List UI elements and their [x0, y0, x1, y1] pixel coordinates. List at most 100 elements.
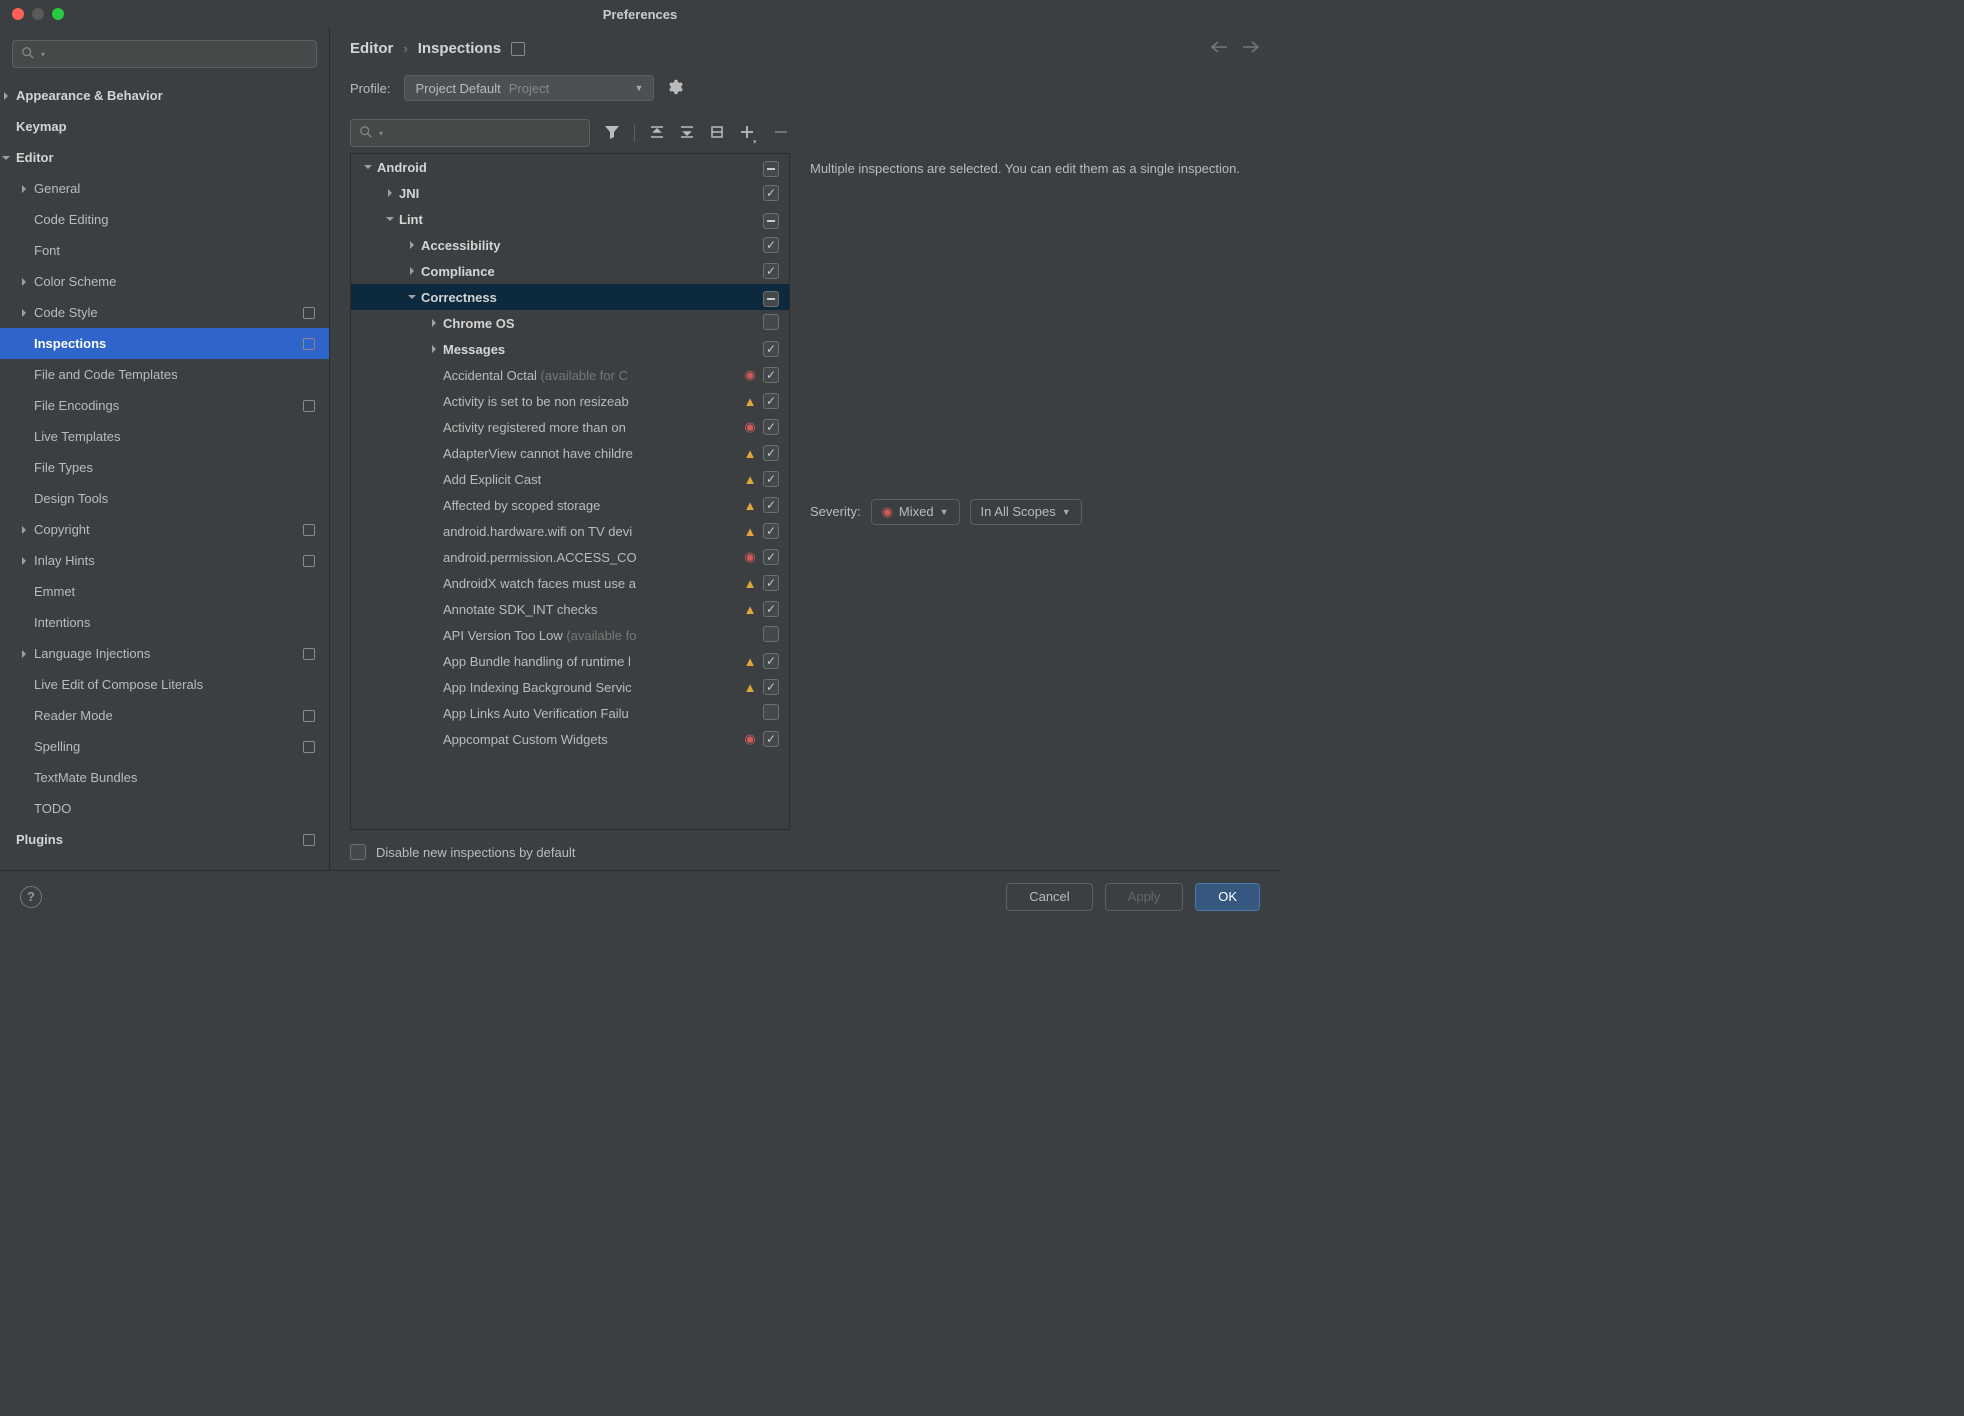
settings-tree[interactable]: Appearance & BehaviorKeymapEditorGeneral…: [0, 80, 329, 870]
sidebar-item[interactable]: Design Tools: [0, 483, 329, 514]
inspection-row[interactable]: Messages: [351, 336, 789, 362]
inspection-row[interactable]: Add Explicit Cast▲: [351, 466, 789, 492]
severity-select[interactable]: ◉ Mixed ▼: [871, 499, 960, 525]
inspection-checkbox[interactable]: [763, 601, 779, 617]
scope-select[interactable]: In All Scopes ▼: [970, 499, 1082, 525]
apply-button[interactable]: Apply: [1105, 883, 1184, 911]
inspection-checkbox[interactable]: [763, 237, 779, 253]
inspection-row[interactable]: android.hardware.wifi on TV devi▲: [351, 518, 789, 544]
inspection-row[interactable]: AndroidX watch faces must use a▲: [351, 570, 789, 596]
inspection-row[interactable]: App Links Auto Verification Failu: [351, 700, 789, 726]
profile-gear-button[interactable]: [668, 79, 684, 98]
remove-button[interactable]: [773, 124, 789, 143]
sidebar-item[interactable]: Spelling: [0, 731, 329, 762]
sidebar-item[interactable]: Inlay Hints: [0, 545, 329, 576]
sidebar-item[interactable]: Color Scheme: [0, 266, 329, 297]
sidebar-item[interactable]: Inspections: [0, 328, 329, 359]
inspection-checkbox[interactable]: [763, 575, 779, 591]
sidebar-item[interactable]: Live Templates: [0, 421, 329, 452]
inspection-row[interactable]: Android: [351, 154, 789, 180]
inspections-search-input[interactable]: ▾: [350, 119, 590, 147]
inspection-row[interactable]: API Version Too Low (available fo: [351, 622, 789, 648]
inspection-row[interactable]: Activity is set to be non resizeab▲: [351, 388, 789, 414]
inspection-checkbox[interactable]: [763, 419, 779, 435]
sidebar-item[interactable]: Reader Mode: [0, 700, 329, 731]
inspection-row[interactable]: App Bundle handling of runtime l▲: [351, 648, 789, 674]
collapse-all-button[interactable]: [679, 124, 695, 143]
inspections-tree[interactable]: AndroidJNILintAccessibilityComplianceCor…: [350, 153, 790, 830]
severity-label: Severity:: [810, 504, 861, 519]
inspection-checkbox[interactable]: [763, 523, 779, 539]
inspection-row[interactable]: Compliance: [351, 258, 789, 284]
search-dropdown-icon[interactable]: ▾: [379, 129, 383, 138]
sidebar-item[interactable]: File Types: [0, 452, 329, 483]
sidebar-item[interactable]: Copyright: [0, 514, 329, 545]
inspection-row[interactable]: AdapterView cannot have childre▲: [351, 440, 789, 466]
inspection-row[interactable]: Appcompat Custom Widgets◉: [351, 726, 789, 752]
inspection-checkbox[interactable]: [763, 445, 779, 461]
inspection-row[interactable]: Activity registered more than on◉: [351, 414, 789, 440]
breadcrumb-root[interactable]: Editor: [350, 40, 393, 57]
sidebar-item[interactable]: Font: [0, 235, 329, 266]
inspection-checkbox[interactable]: [763, 393, 779, 409]
inspection-row[interactable]: Accidental Octal (available for C◉: [351, 362, 789, 388]
inspection-checkbox[interactable]: [763, 291, 779, 307]
add-button[interactable]: ▾: [739, 124, 759, 143]
inspection-checkbox[interactable]: [763, 679, 779, 695]
inspection-checkbox[interactable]: [763, 549, 779, 565]
sidebar-search-input[interactable]: ▾: [12, 40, 317, 68]
inspection-checkbox[interactable]: [763, 314, 779, 330]
inspection-checkbox[interactable]: [763, 341, 779, 357]
inspection-row[interactable]: Accessibility: [351, 232, 789, 258]
ok-button[interactable]: OK: [1195, 883, 1260, 911]
inspection-row[interactable]: Lint: [351, 206, 789, 232]
inspection-checkbox[interactable]: [763, 367, 779, 383]
sidebar-item[interactable]: Plugins: [0, 824, 329, 855]
inspection-checkbox[interactable]: [763, 263, 779, 279]
inspection-row[interactable]: Chrome OS: [351, 310, 789, 336]
inspection-checkbox[interactable]: [763, 213, 779, 229]
sidebar-item[interactable]: File Encodings: [0, 390, 329, 421]
sidebar-item[interactable]: Live Edit of Compose Literals: [0, 669, 329, 700]
inspection-row[interactable]: Correctness: [351, 284, 789, 310]
inspection-row[interactable]: Annotate SDK_INT checks▲: [351, 596, 789, 622]
sidebar-item[interactable]: TextMate Bundles: [0, 762, 329, 793]
inspection-checkbox[interactable]: [763, 731, 779, 747]
help-button[interactable]: ?: [20, 886, 42, 908]
inspection-row[interactable]: Affected by scoped storage▲: [351, 492, 789, 518]
sidebar-item[interactable]: Emmet: [0, 576, 329, 607]
filter-button[interactable]: [604, 124, 620, 143]
close-button[interactable]: [12, 8, 24, 20]
sidebar-item[interactable]: General: [0, 173, 329, 204]
sidebar-item[interactable]: Code Editing: [0, 204, 329, 235]
inspection-checkbox[interactable]: [763, 653, 779, 669]
disable-new-checkbox[interactable]: [350, 844, 366, 860]
cancel-button[interactable]: Cancel: [1006, 883, 1092, 911]
inspection-checkbox[interactable]: [763, 161, 779, 177]
inspection-checkbox[interactable]: [763, 185, 779, 201]
nav-back-icon[interactable]: [1210, 41, 1228, 56]
inspection-row[interactable]: android.permission.ACCESS_CO◉: [351, 544, 789, 570]
inspection-row[interactable]: App Indexing Background Servic▲: [351, 674, 789, 700]
sidebar-item-label: Design Tools: [34, 491, 108, 506]
maximize-button[interactable]: [52, 8, 64, 20]
inspection-checkbox[interactable]: [763, 471, 779, 487]
sidebar-item[interactable]: File and Code Templates: [0, 359, 329, 390]
sidebar-item[interactable]: TODO: [0, 793, 329, 824]
sidebar-item[interactable]: Code Style: [0, 297, 329, 328]
sidebar-item[interactable]: Keymap: [0, 111, 329, 142]
nav-forward-icon[interactable]: [1242, 41, 1260, 56]
sidebar-item[interactable]: Intentions: [0, 607, 329, 638]
inspection-checkbox[interactable]: [763, 626, 779, 642]
reset-button[interactable]: [709, 124, 725, 143]
sidebar-item[interactable]: Language Injections: [0, 638, 329, 669]
inspection-checkbox[interactable]: [763, 704, 779, 720]
sidebar-item[interactable]: Editor: [0, 142, 329, 173]
profile-select[interactable]: Project Default Project ▼: [404, 75, 654, 101]
minimize-button[interactable]: [32, 8, 44, 20]
search-dropdown-icon[interactable]: ▾: [41, 50, 45, 59]
sidebar-item[interactable]: Appearance & Behavior: [0, 80, 329, 111]
inspection-row[interactable]: JNI: [351, 180, 789, 206]
inspection-checkbox[interactable]: [763, 497, 779, 513]
expand-all-button[interactable]: [649, 124, 665, 143]
